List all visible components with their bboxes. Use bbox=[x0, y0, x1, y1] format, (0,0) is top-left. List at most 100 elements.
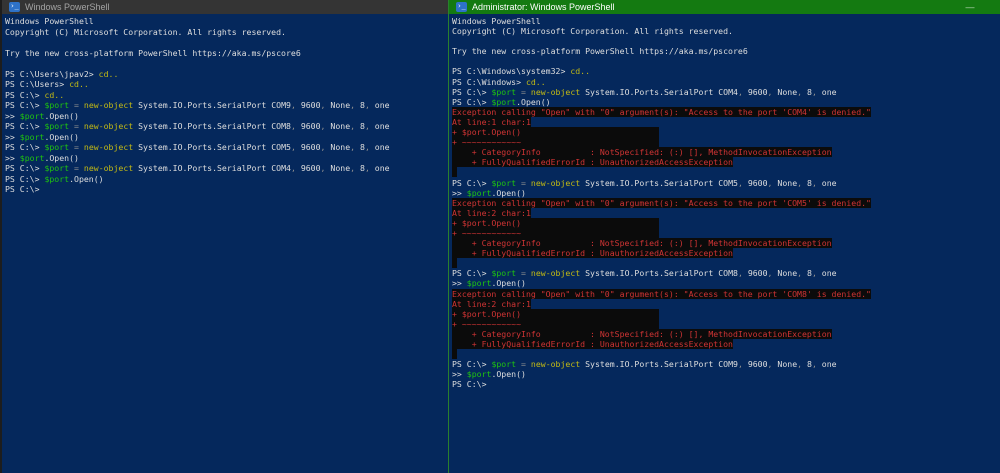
console-text-segment: .Open() bbox=[69, 173, 104, 184]
console-line: At line:1 char:1 bbox=[452, 116, 1000, 127]
console-line: Copyright (C) Microsoft Corporation. All… bbox=[452, 26, 1000, 36]
right-console-output[interactable]: Windows PowerShell Copyright (C) Microsof… bbox=[449, 14, 1000, 389]
console-line: Copyright (C) Microsoft Corporation. All… bbox=[5, 27, 449, 38]
console-text-segment: + $port.Open() bbox=[452, 217, 660, 228]
console-text-segment: cd.. bbox=[570, 66, 591, 77]
console-text-segment: PS C:\> bbox=[5, 184, 40, 194]
console-text-segment: PS C:\> bbox=[452, 177, 492, 188]
console-line: + ~~~~~~~~~~~~ bbox=[452, 318, 1000, 329]
console-line: PS C:\> $port = new-object System.IO.Por… bbox=[5, 121, 449, 132]
console-line: Exception calling "Open" with "0" argume… bbox=[452, 288, 1000, 299]
right-window-titlebar[interactable]: ›_ Administrator: Windows PowerShell — bbox=[449, 0, 1000, 14]
console-text-segment: 8 bbox=[355, 142, 365, 152]
console-line: PS C:\Users\jpav2> cd.. bbox=[5, 69, 449, 80]
console-line: PS C:\> $port = new-object System.IO.Por… bbox=[452, 268, 1000, 278]
console-text-segment: System.IO.Ports.SerialPort COM8 bbox=[133, 121, 291, 131]
console-text-segment: 8 bbox=[355, 100, 365, 110]
console-text-segment: + FullyQualifiedErrorId : UnauthorizedAc… bbox=[452, 248, 733, 259]
console-text-segment: 9600 bbox=[295, 142, 321, 152]
minimize-button[interactable]: — bbox=[956, 0, 984, 14]
console-text-segment: $port bbox=[491, 86, 517, 97]
console-text-segment: $port bbox=[44, 121, 70, 131]
console-text-segment: $port bbox=[44, 163, 70, 173]
console-text-segment: None bbox=[772, 86, 798, 97]
console-text-segment: System.IO.Ports.SerialPort COM4 bbox=[580, 86, 738, 97]
console-line: Windows PowerShell bbox=[452, 16, 1000, 26]
console-text-segment: one bbox=[369, 121, 390, 131]
console-text-segment: one bbox=[816, 177, 837, 188]
console-text-segment: PS C:\> bbox=[5, 142, 45, 152]
console-text-segment bbox=[452, 167, 457, 178]
console-line: + FullyQualifiedErrorId : UnauthorizedAc… bbox=[452, 339, 1000, 349]
console-text-segment: 9600 bbox=[295, 100, 321, 110]
console-text-segment: new-object bbox=[530, 177, 581, 188]
console-text-segment: one bbox=[369, 142, 390, 152]
left-console-output[interactable]: Windows PowerShell Copyright (C) Microsof… bbox=[2, 14, 449, 195]
console-text-segment: .Open() bbox=[44, 152, 79, 163]
right-powershell-window: ›_ Administrator: Windows PowerShell — W… bbox=[448, 0, 1000, 473]
console-text-segment: PS C:\> bbox=[5, 163, 45, 173]
console-text-segment: one bbox=[369, 100, 390, 110]
console-text-segment: $port bbox=[466, 187, 492, 198]
console-line: + FullyQualifiedErrorId : UnauthorizedAc… bbox=[452, 248, 1000, 259]
console-text-segment: Copyright (C) Microsoft Corporation. All… bbox=[452, 26, 733, 37]
console-line: PS C:\> $port = new-object System.IO.Por… bbox=[452, 359, 1000, 369]
console-line: At line:2 char:1 bbox=[452, 298, 1000, 309]
console-line: PS C:\> $port = new-object System.IO.Por… bbox=[5, 100, 449, 111]
console-text-segment: new-object bbox=[530, 359, 581, 370]
console-text-segment: .Open() bbox=[516, 96, 551, 107]
console-line: + ~~~~~~~~~~~~ bbox=[452, 137, 1000, 148]
console-text-segment: 8 bbox=[355, 163, 365, 173]
console-text-segment: + FullyQualifiedErrorId : UnauthorizedAc… bbox=[452, 339, 733, 349]
console-text-segment: Exception calling "Open" with "0" argume… bbox=[452, 288, 871, 299]
console-text-segment: None bbox=[325, 142, 351, 152]
console-text-segment: Windows PowerShell bbox=[5, 16, 94, 26]
console-line: >> $port.Open() bbox=[5, 132, 449, 143]
console-text-segment: new-object bbox=[83, 163, 134, 173]
console-text-segment: $port bbox=[491, 359, 517, 370]
console-text-segment: System.IO.Ports.SerialPort COM5 bbox=[133, 142, 291, 152]
console-text-segment bbox=[452, 258, 457, 269]
console-text-segment: >> bbox=[5, 110, 20, 121]
console-text-segment: At line:2 char:1 bbox=[452, 207, 531, 218]
console-line: PS C:\> bbox=[452, 379, 1000, 389]
console-text-segment: PS C:\> bbox=[452, 268, 492, 279]
console-line: >> $port.Open() bbox=[452, 188, 1000, 198]
console-text-segment: Windows PowerShell bbox=[452, 16, 541, 26]
console-text-segment: >> bbox=[452, 187, 467, 198]
console-text-segment: $port bbox=[491, 268, 517, 279]
console-text-segment: 9600 bbox=[742, 177, 768, 188]
console-text-segment: .Open() bbox=[44, 131, 79, 142]
console-text-segment: 8 bbox=[355, 121, 365, 131]
console-line: PS C:\> $port = new-object System.IO.Por… bbox=[5, 163, 449, 174]
console-text-segment: >> bbox=[452, 369, 467, 380]
console-line: + ~~~~~~~~~~~~ bbox=[452, 227, 1000, 238]
console-line: PS C:\> bbox=[5, 184, 449, 195]
console-text-segment: + ~~~~~~~~~~~~ bbox=[452, 137, 660, 148]
console-line: >> $port.Open() bbox=[5, 153, 449, 164]
console-text-segment: 9600 bbox=[742, 268, 768, 279]
console-text-segment: System.IO.Ports.SerialPort COM9 bbox=[133, 100, 291, 110]
console-text-segment: At line:2 char:1 bbox=[452, 298, 531, 309]
console-text-segment: PS C:\> bbox=[5, 89, 45, 100]
console-text-segment: 8 bbox=[802, 177, 812, 188]
left-window-titlebar[interactable]: ›_ Windows PowerShell bbox=[2, 0, 449, 14]
console-text-segment: System.IO.Ports.SerialPort COM4 bbox=[133, 163, 291, 173]
console-text-segment: PS C:\Windows\system32> bbox=[452, 66, 571, 77]
console-text-segment: >> bbox=[5, 131, 20, 142]
console-text-segment: new-object bbox=[83, 121, 134, 131]
console-text-segment: PS C:\Users\jpav2> bbox=[5, 68, 99, 79]
console-text-segment: PS C:\> bbox=[5, 121, 45, 131]
console-line: At line:2 char:1 bbox=[452, 207, 1000, 218]
console-line: PS C:\> $port = new-object System.IO.Por… bbox=[452, 87, 1000, 97]
console-text-segment: $port bbox=[466, 369, 492, 380]
console-line: PS C:\> $port.Open() bbox=[452, 97, 1000, 107]
console-text-segment: $port bbox=[19, 131, 45, 142]
console-text-segment: PS C:\> bbox=[452, 96, 492, 107]
console-line: PS C:\> $port.Open() bbox=[5, 174, 449, 185]
console-line: PS C:\> $port = new-object System.IO.Por… bbox=[5, 142, 449, 153]
